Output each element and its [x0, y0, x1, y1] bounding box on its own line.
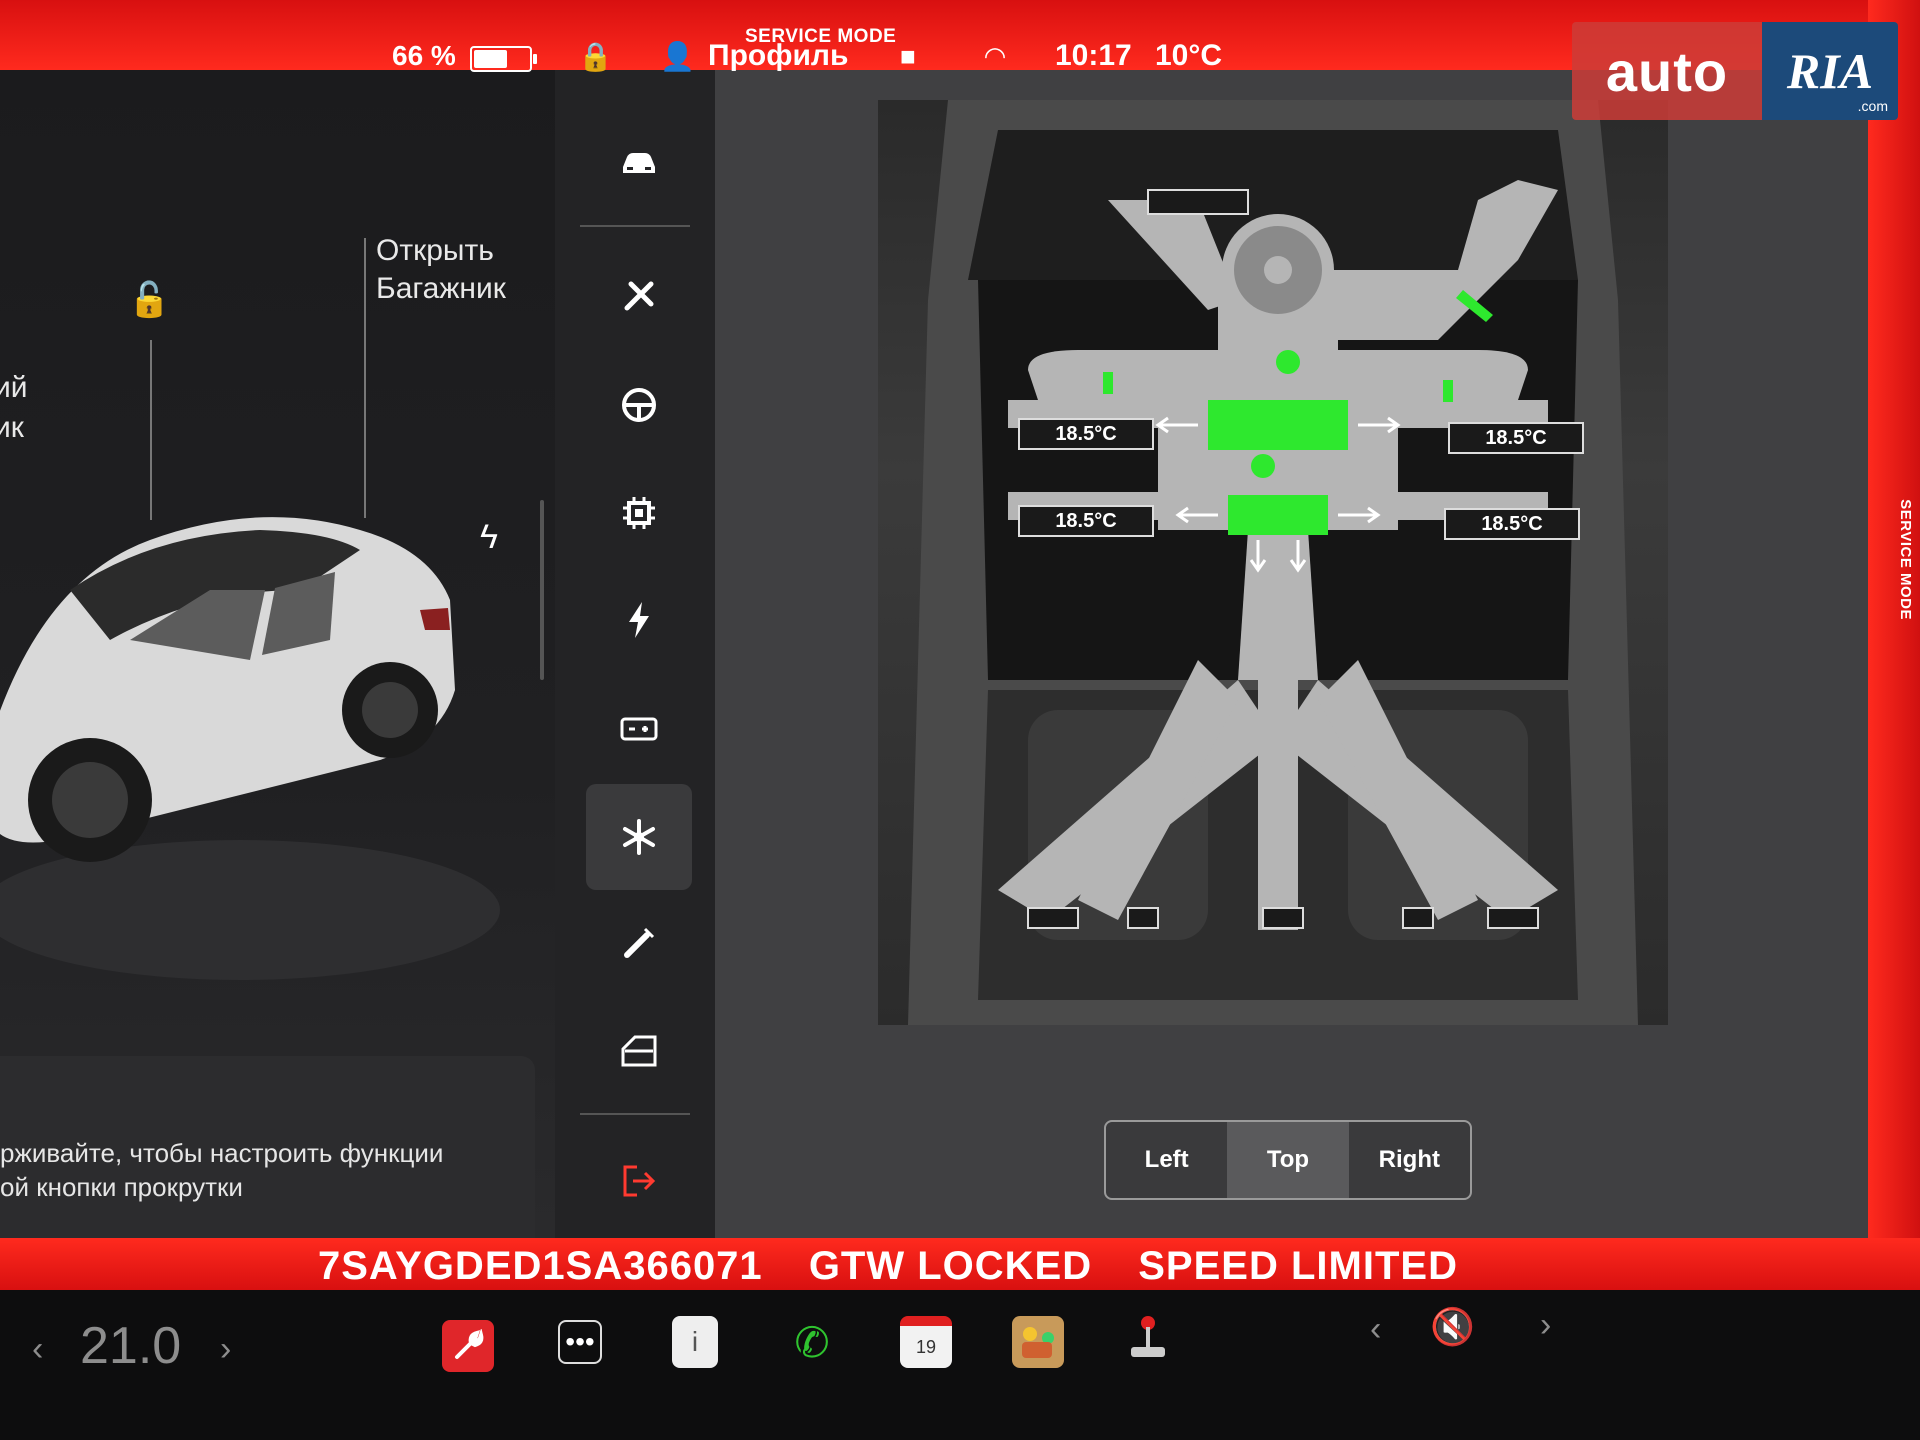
volume-down-chevron-icon[interactable]: ‹: [1370, 1310, 1381, 1349]
trunk-label-line2: Багажник: [376, 272, 506, 305]
view-left-button[interactable]: Left: [1106, 1122, 1227, 1198]
taskbar: [0, 1290, 1920, 1440]
outside-temperature: 10°C: [1155, 39, 1223, 72]
cabin-temperature[interactable]: 21.0: [80, 1316, 181, 1376]
gtw-status: GTW LOCKED: [808, 1244, 1093, 1288]
temp-rear-right: 18.5°C: [1444, 508, 1580, 540]
toybox-icon[interactable]: [1012, 1316, 1064, 1368]
cabin-top-view: [878, 100, 1668, 1025]
temp-down-chevron-icon[interactable]: ‹: [32, 1330, 43, 1369]
calendar-day: 19: [915, 1336, 937, 1357]
nav-divider: [580, 225, 690, 227]
watermark-suffix: .com: [1857, 98, 1888, 114]
battery-percent: 66 %: [392, 40, 456, 71]
nav-car-icon[interactable]: [586, 110, 692, 216]
more-apps-icon[interactable]: •••: [558, 1320, 602, 1364]
service-wrench-icon[interactable]: [442, 1320, 494, 1372]
trunk-label-line1: Открыть: [376, 234, 494, 267]
joystick-icon[interactable]: [1122, 1312, 1174, 1364]
vehicle-screen: Открыть Багажник ий ик 🔓 ϟ рживайте, что…: [0, 0, 1920, 1290]
nav-tools-icon[interactable]: [586, 243, 692, 349]
vehicle-model-image: [0, 517, 500, 980]
vehicle-panel-scrollbar[interactable]: [540, 500, 544, 680]
open-frunk-button[interactable]: ий ик: [0, 368, 28, 448]
service-mode-side-label: SERVICE MODE: [1897, 499, 1914, 620]
view-right-button[interactable]: Right: [1349, 1122, 1470, 1198]
phone-icon[interactable]: ✆: [786, 1316, 838, 1368]
service-mode-side-bar: [1868, 0, 1920, 1290]
watermark-ria: RIA .com: [1762, 22, 1898, 120]
view-top-button[interactable]: Top: [1227, 1122, 1349, 1198]
view-toggle: Left Top Right: [1104, 1120, 1472, 1200]
nav-thermal-icon[interactable]: [586, 784, 692, 890]
temp-rear-left: 18.5°C: [1018, 505, 1154, 537]
mute-icon[interactable]: 🔇: [1430, 1306, 1475, 1348]
vin-number: 7SAYGDED1SA366071: [318, 1244, 763, 1288]
temp-front-right: 18.5°C: [1448, 422, 1584, 454]
hvac-airflow-diagram: [908, 100, 1638, 1025]
autoria-watermark: auto RIA .com: [1572, 22, 1898, 120]
volume-up-chevron-icon[interactable]: ›: [1540, 1306, 1551, 1345]
profile-icon[interactable]: 👤: [660, 36, 695, 76]
watermark-ria-text: RIA: [1786, 43, 1874, 99]
nav-chip-icon[interactable]: [586, 460, 692, 566]
scroll-button-hint: рживайте, чтобы настроить функции ой кно…: [0, 1136, 443, 1204]
temp-up-chevron-icon[interactable]: ›: [220, 1330, 231, 1369]
nav-door-icon[interactable]: [586, 998, 692, 1104]
service-status-strip: 7SAYGDED1SA366071 GTW LOCKED SPEED LIMIT…: [318, 1244, 1492, 1289]
nav-injector-icon[interactable]: [586, 890, 692, 996]
calendar-icon[interactable]: 19: [900, 1316, 952, 1368]
open-trunk-button[interactable]: Открыть Багажник: [376, 232, 506, 308]
lock-status-icon[interactable]: 🔒: [578, 36, 613, 76]
profile-button[interactable]: Профиль: [708, 36, 848, 76]
clock: 10:17: [1055, 39, 1132, 72]
unlock-icon[interactable]: 🔓: [128, 280, 170, 320]
nav-divider: [580, 1113, 690, 1115]
nav-steering-wheel-icon[interactable]: [586, 352, 692, 458]
battery-nub: [533, 54, 537, 64]
temp-front-left: 18.5°C: [1018, 418, 1154, 450]
speed-status: SPEED LIMITED: [1138, 1244, 1458, 1288]
nav-power-icon[interactable]: [586, 567, 692, 673]
watermark-auto: auto: [1572, 22, 1762, 120]
nav-battery-icon[interactable]: [586, 675, 692, 781]
battery-icon: [470, 46, 537, 72]
frunk-label-line1: ий: [0, 371, 28, 404]
wifi-icon: ◠: [985, 40, 1005, 71]
battery-fill: [474, 50, 507, 68]
manual-icon[interactable]: i: [672, 1316, 718, 1368]
exit-service-icon[interactable]: [586, 1128, 692, 1234]
dashcam-icon[interactable]: ■: [900, 36, 916, 76]
hint-line2: ой кнопки прокрутки: [0, 1172, 243, 1202]
hint-line1: рживайте, чтобы настроить функции: [0, 1138, 444, 1168]
